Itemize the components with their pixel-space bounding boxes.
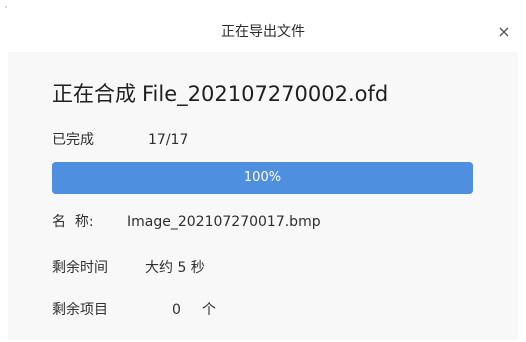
filename-row: 名 称: Image_202107270017.bmp bbox=[52, 212, 321, 232]
filename-label: 名 称: bbox=[52, 214, 94, 230]
completed-row: 已完成 17/17 bbox=[52, 130, 188, 150]
progress-bar: 100% bbox=[52, 162, 473, 194]
remaining-items-label: 剩余项目 bbox=[52, 302, 108, 318]
dialog-title: 正在导出文件 bbox=[221, 24, 305, 40]
completed-label: 已完成 bbox=[52, 132, 94, 148]
filename-value: Image_202107270017.bmp bbox=[127, 214, 321, 230]
synthesis-heading: 正在合成 File_202107270002.ofd bbox=[52, 80, 388, 108]
close-button[interactable]: × bbox=[494, 21, 514, 43]
remaining-time-row: 剩余时间 大约 5 秒 bbox=[52, 258, 205, 278]
remaining-items-count: 0 bbox=[172, 302, 181, 318]
export-dialog: 正在导出文件 × 正在合成 File_202107270002.ofd 已完成 1… bbox=[0, 0, 526, 342]
remaining-items-unit: 个 bbox=[202, 302, 216, 318]
titlebar: 正在导出文件 × bbox=[0, 0, 526, 52]
completed-count: 17/17 bbox=[148, 132, 189, 148]
export-progress-panel: 正在合成 File_202107270002.ofd 已完成 17/17 100%… bbox=[8, 52, 518, 340]
remaining-time-value: 大约 5 秒 bbox=[145, 260, 205, 276]
remaining-time-label: 剩余时间 bbox=[52, 260, 108, 276]
progress-percent: 100% bbox=[243, 170, 282, 185]
heading-filename: File_202107270002.ofd bbox=[142, 82, 389, 106]
heading-prefix: 正在合成 bbox=[52, 82, 136, 106]
remaining-items-row: 剩余项目 0 个 bbox=[52, 300, 216, 320]
close-icon: × bbox=[497, 22, 511, 41]
